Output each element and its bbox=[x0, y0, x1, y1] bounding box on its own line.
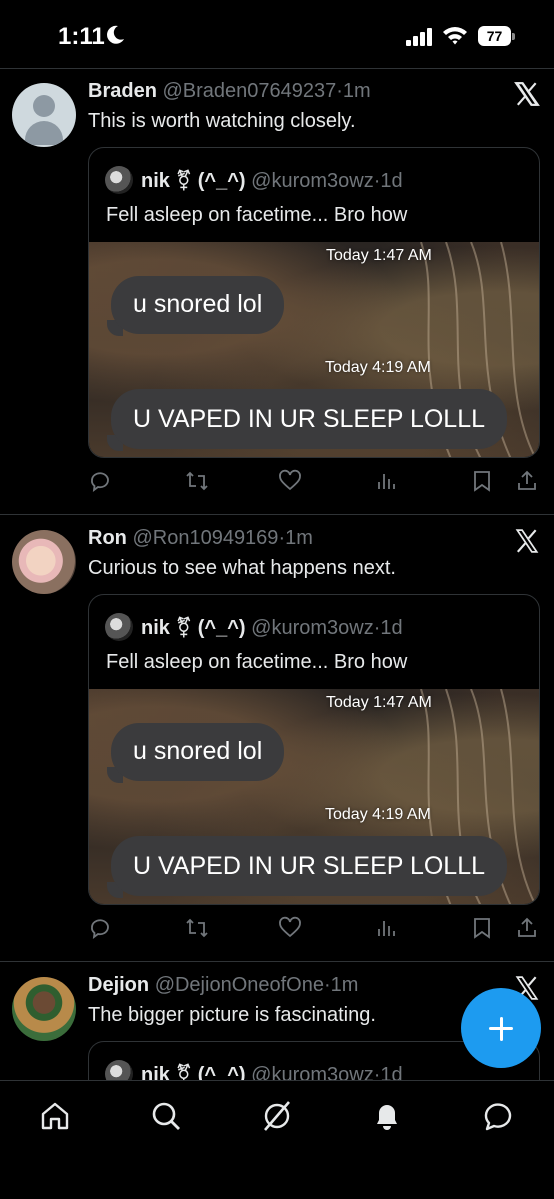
like-icon[interactable] bbox=[278, 916, 302, 940]
quoted-post[interactable]: nik ⚧ (^_^) @kurom3owz·1d Fell asleep on… bbox=[88, 147, 540, 458]
cellular-signal-icon bbox=[406, 28, 432, 46]
message-bubble: U VAPED IN UR SLEEP LOLLL bbox=[111, 389, 508, 449]
battery-tip bbox=[512, 33, 515, 40]
separator: · bbox=[323, 974, 331, 996]
post[interactable]: Ron @Ron10949169·1m Curious to see what … bbox=[0, 516, 554, 962]
quoted-author-name[interactable]: nik ⚧ (^_^) bbox=[141, 170, 246, 192]
message-timestamp: Today 4:19 AM bbox=[325, 359, 431, 376]
avatar[interactable] bbox=[12, 530, 76, 594]
post-header: Dejion @DejionOneofOne·1m bbox=[88, 974, 358, 997]
quoted-text: Fell asleep on facetime... Bro how bbox=[106, 651, 408, 673]
post-text: The bigger picture is fascinating. bbox=[88, 1004, 376, 1026]
author-name[interactable]: Dejion bbox=[88, 974, 149, 996]
quoted-header: nik ⚧ (^_^) @kurom3owz·1d bbox=[141, 168, 403, 193]
repost-icon[interactable] bbox=[185, 469, 209, 493]
compose-plus-icon-stroke bbox=[499, 1017, 503, 1041]
share-icon[interactable] bbox=[515, 469, 539, 493]
x-logo-icon[interactable] bbox=[514, 81, 540, 107]
messages-icon[interactable] bbox=[481, 1099, 515, 1133]
quoted-post[interactable]: nik ⚧ (^_^) @kurom3owz·1d Fell asleep on… bbox=[88, 594, 540, 905]
bookmark-icon[interactable] bbox=[470, 916, 494, 940]
repost-icon[interactable] bbox=[185, 916, 209, 940]
views-icon[interactable] bbox=[374, 916, 398, 940]
message-bubble: u snored lol bbox=[111, 276, 285, 334]
bookmark-icon[interactable] bbox=[470, 469, 494, 493]
share-icon[interactable] bbox=[515, 916, 539, 940]
author-handle[interactable]: @DejionOneofOne bbox=[155, 974, 324, 996]
battery-level: 77 bbox=[478, 26, 511, 46]
message-bubble: U VAPED IN UR SLEEP LOLLL bbox=[111, 836, 508, 896]
bottom-tab-bar bbox=[0, 1080, 554, 1199]
quoted-author-handle[interactable]: @kurom3owz bbox=[251, 1064, 374, 1080]
moon-icon bbox=[107, 25, 124, 44]
quoted-text: Fell asleep on facetime... Bro how bbox=[106, 204, 408, 226]
quoted-avatar[interactable] bbox=[105, 613, 133, 641]
wifi-icon bbox=[443, 27, 467, 45]
post-header: Ron @Ron10949169·1m bbox=[88, 527, 313, 550]
post-header: Braden @Braden07649237·1m bbox=[88, 80, 371, 103]
search-icon[interactable] bbox=[149, 1099, 183, 1133]
author-handle[interactable]: @Ron10949169 bbox=[132, 527, 278, 549]
author-name[interactable]: Braden bbox=[88, 80, 157, 102]
author-name[interactable]: Ron bbox=[88, 527, 127, 549]
grok-icon[interactable] bbox=[260, 1099, 294, 1133]
separator: · bbox=[336, 80, 343, 102]
like-icon[interactable] bbox=[278, 469, 302, 493]
status-bar: 1:11 77 bbox=[0, 0, 554, 68]
timeline-feed[interactable]: Braden @Braden07649237·1m This is worth … bbox=[0, 68, 554, 1080]
quoted-author-handle[interactable]: @kurom3owz bbox=[251, 170, 374, 192]
post-time[interactable]: 1m bbox=[331, 974, 359, 996]
x-logo-icon[interactable] bbox=[514, 528, 540, 554]
quoted-media-image[interactable]: Today 1:47 AM u snored lol Today 4:19 AM… bbox=[89, 242, 539, 457]
message-timestamp: Today 4:19 AM bbox=[325, 806, 431, 823]
post-text: This is worth watching closely. bbox=[88, 110, 356, 132]
avatar[interactable] bbox=[12, 977, 76, 1041]
avatar-head bbox=[33, 95, 55, 117]
reply-icon[interactable] bbox=[88, 469, 112, 493]
quoted-header: nik ⚧ (^_^) @kurom3owz·1d bbox=[141, 615, 403, 640]
message-timestamp: Today 1:47 AM bbox=[326, 694, 432, 711]
quoted-avatar[interactable] bbox=[105, 166, 133, 194]
quoted-avatar[interactable] bbox=[105, 1060, 133, 1080]
views-icon[interactable] bbox=[374, 469, 398, 493]
quoted-time: 1d bbox=[380, 617, 403, 639]
battery-icon: 77 bbox=[478, 26, 516, 46]
avatar-body bbox=[25, 121, 63, 145]
quoted-author-name[interactable]: nik ⚧ (^_^) bbox=[141, 617, 246, 639]
post-actions bbox=[88, 467, 540, 499]
post-actions bbox=[88, 914, 540, 946]
quoted-time: 1d bbox=[380, 170, 403, 192]
author-handle[interactable]: @Braden07649237 bbox=[162, 80, 336, 102]
quoted-time: 1d bbox=[380, 1064, 403, 1080]
quoted-header: nik ⚧ (^_^) @kurom3owz·1d bbox=[141, 1062, 403, 1080]
avatar[interactable] bbox=[12, 83, 76, 147]
message-bubble: u snored lol bbox=[111, 723, 285, 781]
message-timestamp: Today 1:47 AM bbox=[326, 247, 432, 264]
quoted-author-name[interactable]: nik ⚧ (^_^) bbox=[141, 1064, 246, 1080]
post[interactable]: Braden @Braden07649237·1m This is worth … bbox=[0, 69, 554, 515]
post-time[interactable]: 1m bbox=[285, 527, 313, 549]
quoted-media-image[interactable]: Today 1:47 AM u snored lol Today 4:19 AM… bbox=[89, 689, 539, 904]
reply-icon[interactable] bbox=[88, 916, 112, 940]
post-text: Curious to see what happens next. bbox=[88, 557, 396, 579]
compose-button[interactable] bbox=[461, 988, 541, 1068]
notifications-icon[interactable] bbox=[370, 1099, 404, 1133]
home-icon[interactable] bbox=[38, 1099, 72, 1133]
post-time[interactable]: 1m bbox=[343, 80, 371, 102]
status-time: 1:11 bbox=[58, 23, 105, 50]
quoted-author-handle[interactable]: @kurom3owz bbox=[251, 617, 374, 639]
